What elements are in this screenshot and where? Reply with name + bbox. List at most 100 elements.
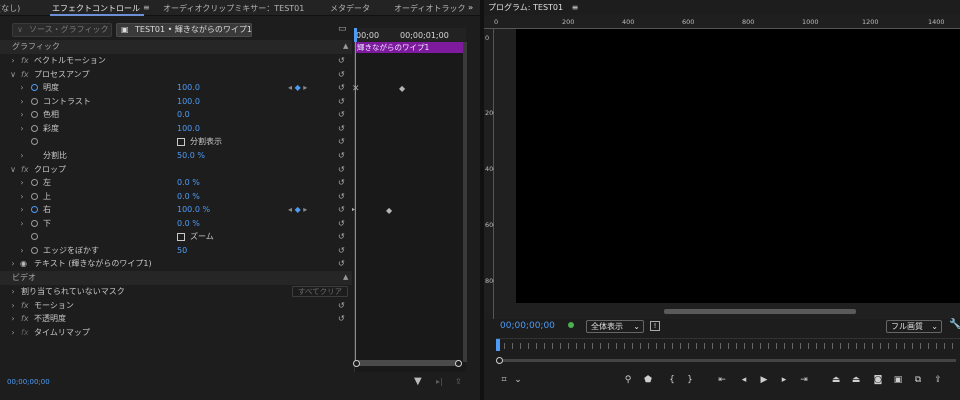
chevron-down-icon[interactable]: ∨ bbox=[10, 163, 16, 177]
reset-icon[interactable]: ↺ bbox=[338, 124, 348, 133]
compare-icon[interactable]: ▣ bbox=[892, 375, 904, 385]
timeline-zoom-bar[interactable] bbox=[356, 360, 462, 366]
go-to-out-icon[interactable]: ⇥ bbox=[798, 375, 810, 385]
effect-row-text[interactable]: › ◉ テキスト (輝きながらのワイプ1) ↺ bbox=[0, 257, 352, 271]
multi-view-icon[interactable]: ⧉ bbox=[912, 375, 924, 385]
zoom-handle-left[interactable] bbox=[353, 360, 360, 367]
zoom-checkbox[interactable] bbox=[177, 233, 185, 241]
program-zoom-bar[interactable] bbox=[496, 357, 960, 364]
param-row-crop-right[interactable]: › 右 100.0 % ◂ ◆ ▸ ↺ bbox=[0, 203, 352, 217]
stopwatch-icon[interactable] bbox=[31, 124, 38, 132]
param-row-contrast[interactable]: › コントラスト 100.0 ↺ bbox=[0, 95, 352, 109]
export-frame-icon[interactable]: ⇪ bbox=[932, 375, 944, 385]
chevron-right-icon[interactable]: › bbox=[19, 108, 25, 122]
chevron-right-icon[interactable]: › bbox=[10, 54, 16, 68]
saturation-value[interactable]: 100.0 bbox=[177, 122, 200, 136]
program-playhead[interactable] bbox=[496, 339, 500, 351]
reset-icon[interactable]: ↺ bbox=[338, 259, 348, 268]
chevron-down-icon[interactable]: ⌄ bbox=[512, 375, 524, 385]
add-marker-icon[interactable]: ⚲ bbox=[622, 375, 634, 385]
step-back-icon[interactable]: ◂ bbox=[738, 375, 750, 385]
go-to-in-icon[interactable]: ⇤ bbox=[716, 375, 728, 385]
extract-icon[interactable]: ⏏ bbox=[850, 375, 862, 385]
mark-out-icon[interactable]: } bbox=[684, 375, 696, 385]
chevron-right-icon[interactable]: › bbox=[10, 299, 16, 313]
tab-audio-clip-mixer[interactable]: オーディオクリップミキサー：TEST01 bbox=[163, 3, 304, 14]
reset-icon[interactable]: ↺ bbox=[338, 137, 348, 146]
effect-row-opacity[interactable]: › fx 不透明度 ↺ bbox=[0, 312, 352, 326]
settings-box-icon[interactable]: ! bbox=[650, 321, 660, 331]
collapse-up-icon[interactable]: ▲ bbox=[343, 271, 348, 285]
fx-icon[interactable]: fx bbox=[21, 326, 29, 340]
crop-left-value[interactable]: 0.0 % bbox=[177, 176, 200, 190]
param-row-hue[interactable]: › 色相 0.0 ↺ bbox=[0, 108, 352, 122]
hue-value[interactable]: 0.0 bbox=[177, 108, 190, 122]
chevron-right-icon[interactable]: › bbox=[19, 122, 25, 136]
crop-bottom-value[interactable]: 0.0 % bbox=[177, 217, 200, 231]
tab-effect-controls[interactable]: エフェクトコントロール bbox=[52, 3, 140, 14]
program-timecode[interactable]: 00;00;00;00 bbox=[500, 321, 555, 331]
marker-icon[interactable]: ⬟ bbox=[642, 375, 654, 385]
step-forward-icon[interactable]: ▸ bbox=[778, 375, 790, 385]
tab-metadata[interactable]: メタデータ bbox=[330, 3, 370, 14]
reset-icon[interactable]: ↺ bbox=[338, 192, 348, 201]
collapse-up-icon[interactable]: ▲ bbox=[343, 40, 348, 54]
effect-controls-timecode[interactable]: 00;00;00;00 bbox=[7, 378, 50, 386]
camera-icon[interactable]: ◙ bbox=[872, 375, 884, 385]
zoom-handle-right[interactable] bbox=[455, 360, 462, 367]
param-row-split-view[interactable]: 分割表示 ↺ bbox=[0, 135, 352, 149]
chevron-right-icon[interactable]: › bbox=[19, 190, 25, 204]
wrench-icon[interactable]: 🔧 bbox=[949, 319, 960, 330]
stopwatch-icon[interactable] bbox=[31, 246, 38, 254]
program-scrub-ruler[interactable] bbox=[496, 338, 960, 352]
reset-icon[interactable]: ↺ bbox=[338, 151, 348, 160]
mask-row[interactable]: › 割り当てられていないマスク すべてクリア bbox=[0, 285, 352, 299]
fx-icon[interactable]: fx bbox=[21, 68, 29, 82]
stopwatch-icon[interactable] bbox=[31, 111, 38, 118]
lift-icon[interactable]: ⏏ bbox=[830, 375, 842, 385]
export-icon[interactable]: ⇪ bbox=[455, 377, 462, 386]
stopwatch-icon[interactable] bbox=[31, 138, 38, 145]
chevron-right-icon[interactable]: › bbox=[10, 312, 16, 326]
keyframe-nav[interactable]: ◂ ◆ ▸ bbox=[288, 81, 307, 95]
chevron-right-icon[interactable]: › bbox=[10, 285, 16, 299]
eye-icon[interactable]: ◉ bbox=[20, 257, 27, 271]
play-audio-icon[interactable]: ▸| bbox=[436, 377, 443, 386]
keyframe-start-icon[interactable]: ✕ bbox=[352, 84, 360, 94]
effect-timeline-area[interactable] bbox=[354, 28, 466, 372]
stopwatch-icon[interactable] bbox=[31, 206, 38, 213]
param-row-crop-bottom[interactable]: › 下 0.0 % ↺ bbox=[0, 217, 352, 231]
effect-timeline-ruler[interactable]: 00;00 00;00;01;00 bbox=[354, 28, 466, 42]
param-row-crop-top[interactable]: › 上 0.0 % ↺ bbox=[0, 190, 352, 204]
reset-icon[interactable]: ↺ bbox=[338, 219, 348, 228]
crop-top-value[interactable]: 0.0 % bbox=[177, 190, 200, 204]
reset-icon[interactable]: ↺ bbox=[338, 70, 348, 79]
clear-all-button[interactable]: すべてクリア bbox=[292, 286, 348, 297]
param-row-zoom[interactable]: ズーム ↺ bbox=[0, 230, 352, 244]
stopwatch-icon[interactable] bbox=[31, 84, 38, 91]
split-ratio-value[interactable]: 50.0 % bbox=[177, 149, 205, 163]
program-horizontal-scrollbar[interactable] bbox=[664, 309, 856, 314]
chevron-right-icon[interactable]: › bbox=[10, 257, 16, 271]
reset-icon[interactable]: ↺ bbox=[338, 165, 348, 174]
play-icon[interactable]: ▶ bbox=[758, 375, 770, 385]
stopwatch-icon[interactable] bbox=[31, 219, 38, 227]
keyframe-diamond-icon[interactable]: ◆ bbox=[399, 84, 405, 93]
stopwatch-icon[interactable] bbox=[31, 179, 38, 186]
chevron-right-icon[interactable]: › bbox=[19, 217, 25, 231]
effect-row-vector-motion[interactable]: › fx ベクトルモーション ↺ bbox=[0, 54, 352, 68]
mark-in-icon[interactable]: { bbox=[666, 375, 678, 385]
chevron-right-icon[interactable]: › bbox=[10, 326, 16, 340]
fit-zoom-select[interactable]: 全体表示 ⌄ bbox=[586, 320, 644, 333]
stopwatch-icon[interactable] bbox=[31, 192, 38, 200]
reset-icon[interactable]: ↺ bbox=[338, 178, 348, 187]
contrast-value[interactable]: 100.0 bbox=[177, 95, 200, 109]
marker-settings-icon[interactable]: ⌗ bbox=[498, 375, 510, 385]
reset-icon[interactable]: ↺ bbox=[338, 83, 348, 92]
playback-quality-select[interactable]: フル画質 ⌄ bbox=[886, 320, 942, 333]
chevron-right-icon[interactable]: › bbox=[19, 81, 25, 95]
chevron-right-icon[interactable]: › bbox=[19, 149, 25, 163]
timeline-clip[interactable]: 輝きながらのワイプ1 bbox=[355, 42, 463, 53]
keyframe-diamond-icon[interactable]: ◆ bbox=[386, 206, 392, 215]
timeline-vertical-scrollbar[interactable] bbox=[463, 42, 467, 362]
